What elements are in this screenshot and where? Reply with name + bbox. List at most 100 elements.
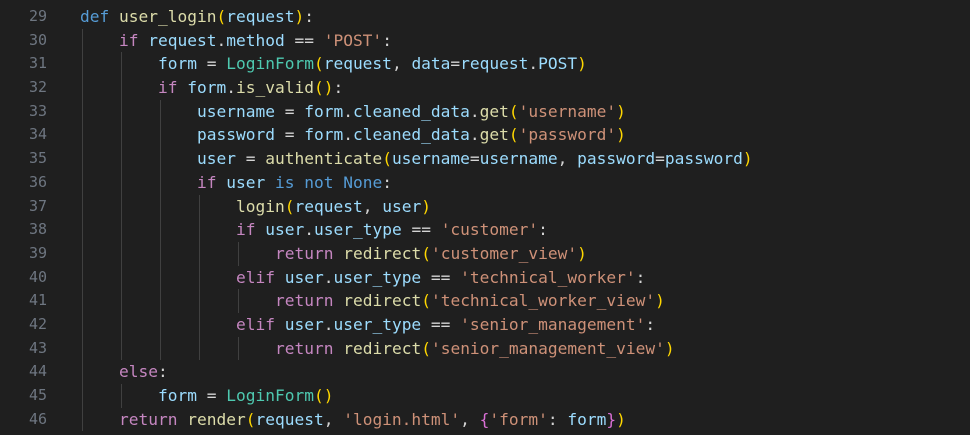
code-token: redirect [343, 291, 422, 311]
line-number: 44 [28, 362, 47, 381]
code-token: == [401, 220, 441, 240]
code-text[interactable]: if user is not None: [80, 170, 392, 195]
code-token: user_type [313, 220, 402, 240]
indent-guide [238, 241, 239, 266]
code-text[interactable]: return redirect('senior_management_view'… [80, 336, 675, 361]
code-token: . [216, 30, 227, 50]
code-token: = [469, 149, 480, 169]
code-token: if [119, 30, 139, 50]
code-line[interactable]: 40 elif user.user_type == 'technical_work… [0, 265, 970, 290]
code-line[interactable]: 37 login(request, user) [0, 194, 970, 219]
code-token: = [274, 101, 305, 121]
code-line[interactable]: 29 def user_login(request): [0, 5, 970, 29]
indent-guide [160, 123, 161, 148]
indent-guide [199, 194, 200, 219]
indent-guide [82, 384, 83, 408]
code-text[interactable]: if user.user_type == 'customer': [80, 218, 548, 242]
code-text[interactable]: elif user.user_type == 'technical_worker… [80, 265, 645, 290]
code-text[interactable]: user = authenticate(username=username, p… [80, 147, 753, 171]
code-line[interactable]: 42 elif user.user_type == 'senior_managem… [0, 312, 970, 337]
code-line[interactable]: 30 if request.method == 'POST': [0, 28, 970, 53]
code-token: : [538, 220, 548, 240]
indent-guide [121, 147, 122, 171]
indent-guide [82, 265, 83, 290]
code-token: data [411, 54, 451, 74]
code-text[interactable]: elif user.user_type == 'senior_managemen… [80, 312, 655, 337]
indent-guide [160, 170, 161, 195]
indent-guide [160, 194, 161, 219]
code-text[interactable]: if form.is_valid(): [80, 76, 343, 100]
code-token: . [469, 101, 480, 121]
code-editor[interactable]: 29 def user_login(request): 30 if request.m… [0, 0, 970, 435]
code-line[interactable]: 41 return redirect('technical_worker_view… [0, 289, 970, 313]
code-token: ( [421, 338, 431, 358]
code-text[interactable]: password = form.cleaned_data.get('passwo… [80, 123, 626, 148]
code-line[interactable]: 45 form = LoginForm() [0, 384, 970, 408]
code-text[interactable]: login(request, user) [80, 194, 431, 219]
code-token: ( [382, 149, 392, 169]
code-text[interactable]: else: [80, 360, 168, 384]
code-text[interactable]: form = LoginForm(request, data=request.P… [80, 52, 587, 77]
line-number: 35 [28, 149, 47, 168]
code-line[interactable]: 35 user = authenticate(username=username,… [0, 147, 970, 171]
code-line[interactable]: 44 else: [0, 360, 970, 384]
indent-guide [160, 289, 161, 313]
code-token: request [323, 54, 392, 74]
indent-guide [82, 28, 83, 53]
code-token: : [157, 362, 168, 382]
code-token: if [236, 220, 256, 240]
code-token: redirect [343, 338, 422, 358]
code-token: LoginForm [226, 54, 314, 74]
indent-guide [121, 384, 122, 408]
indent-guide [199, 241, 200, 266]
code-line[interactable]: 36 if user is not None: [0, 170, 970, 195]
code-token: = [450, 54, 461, 74]
code-token: else [119, 362, 158, 382]
line-number: 42 [28, 314, 47, 333]
code-line[interactable]: 46 return render(request, 'login.html', {… [0, 407, 970, 432]
code-line[interactable]: 32 if form.is_valid(): [0, 76, 970, 100]
code-text[interactable]: def user_login(request): [80, 5, 314, 29]
code-token: is_valid [235, 78, 314, 98]
code-line[interactable]: 31 form = LoginForm(request, data=request… [0, 52, 970, 77]
code-token: 'password' [518, 125, 617, 145]
code-token: . [304, 220, 314, 240]
code-text[interactable]: return render(request, 'login.html', {'f… [80, 407, 626, 432]
indent-guide [238, 336, 239, 361]
code-line[interactable]: 38 if user.user_type == 'customer': [0, 218, 970, 242]
code-token: user [382, 196, 422, 216]
code-token: username [391, 149, 470, 169]
code-token: user [197, 149, 236, 169]
code-token: authenticate [265, 149, 383, 169]
code-token: cleaned_data [352, 125, 470, 145]
code-token: method [226, 30, 285, 50]
code-token: user [284, 267, 324, 287]
indent-guide [82, 147, 83, 171]
code-line[interactable]: 43 return redirect('senior_management_vie… [0, 336, 970, 361]
indent-guide [238, 289, 239, 313]
code-token: ( [508, 101, 519, 121]
indent-guide [160, 312, 161, 337]
indent-guide [121, 289, 122, 313]
code-text[interactable]: if request.method == 'POST': [80, 28, 392, 53]
code-line[interactable]: 39 return redirect('customer_view') [0, 241, 970, 266]
code-token: = [655, 149, 665, 169]
code-token: form [158, 54, 197, 74]
code-text[interactable]: form = LoginForm() [80, 384, 333, 408]
line-number: 38 [28, 220, 47, 239]
code-text[interactable]: username = form.cleaned_data.get('userna… [80, 99, 626, 124]
code-line[interactable]: 34 password = form.cleaned_data.get('pass… [0, 123, 970, 148]
code-text[interactable]: return redirect('customer_view') [80, 241, 587, 266]
code-token: login [236, 196, 285, 216]
code-line[interactable]: 33 username = form.cleaned_data.get('user… [0, 99, 970, 124]
code-token: if [158, 78, 178, 98]
code-text[interactable]: return redirect('technical_worker_view') [80, 289, 665, 313]
line-number: 32 [28, 78, 47, 97]
code-token: password [577, 149, 656, 169]
